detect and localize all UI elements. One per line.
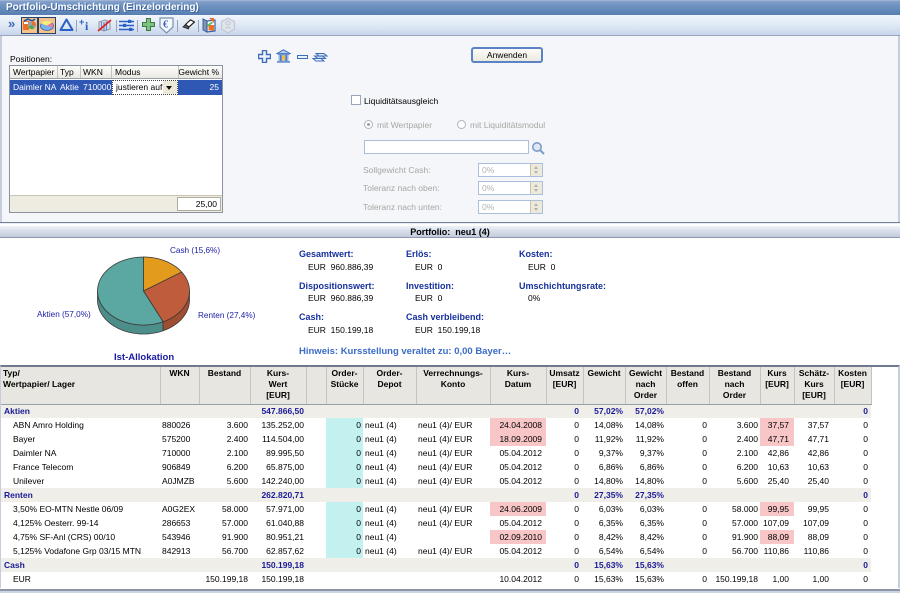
svg-text:€: € xyxy=(163,20,168,31)
